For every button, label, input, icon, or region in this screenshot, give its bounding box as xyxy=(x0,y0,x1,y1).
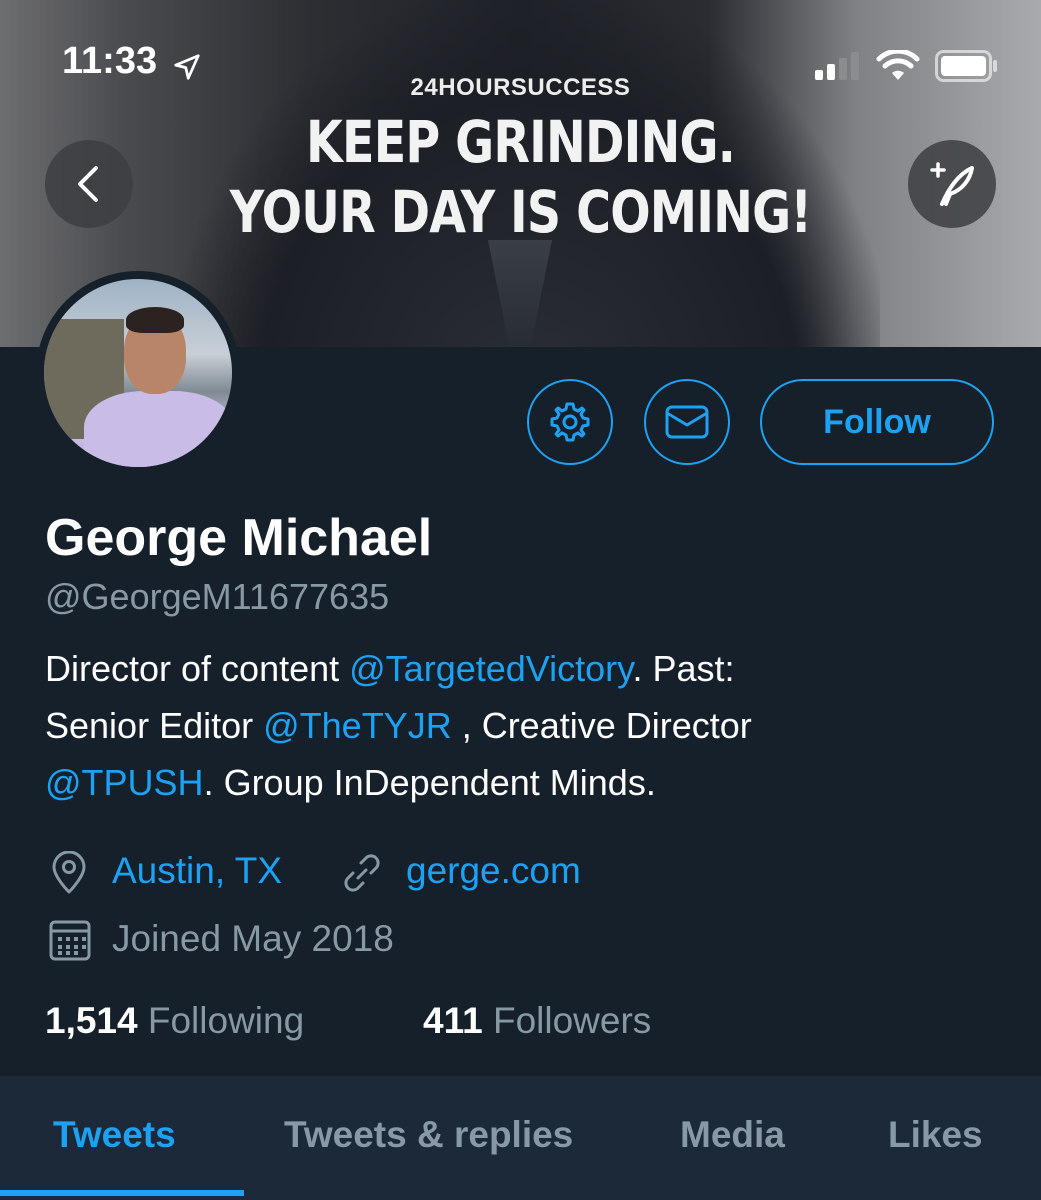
compose-tweet-icon xyxy=(930,162,974,206)
gear-icon xyxy=(550,402,590,442)
bio-mention-tpush[interactable]: @TPUSH xyxy=(45,762,204,803)
followers-count: 411 xyxy=(423,1000,483,1041)
bio-text: Director of content xyxy=(45,648,350,689)
following-count: 1,514 xyxy=(45,1000,138,1041)
back-button[interactable] xyxy=(45,140,133,228)
profile-name: George Michael xyxy=(45,509,433,567)
settings-button[interactable] xyxy=(527,379,613,465)
profile-bio: Director of content @TargetedVictory. Pa… xyxy=(45,640,1005,811)
bio-text: . Past: xyxy=(632,648,735,689)
profile-tabs: Tweets Tweets & replies Media Likes xyxy=(0,1076,1041,1200)
bio-text: . Group InDependent Minds. xyxy=(203,762,656,803)
calendar-icon xyxy=(49,920,91,961)
bio-text: Senior Editor xyxy=(45,705,264,746)
link-icon xyxy=(344,854,380,892)
envelope-icon xyxy=(665,405,709,439)
bio-text: , Creative Director xyxy=(451,705,752,746)
follow-button[interactable]: Follow xyxy=(760,379,994,465)
following-stat[interactable]: 1,514 Following xyxy=(45,1000,304,1042)
avatar[interactable] xyxy=(36,271,240,475)
profile-location: Austin, TX xyxy=(112,850,283,891)
active-tab-indicator xyxy=(0,1190,244,1196)
location-pin-icon xyxy=(52,851,86,894)
profile-joined-date: Joined May 2018 xyxy=(112,918,394,959)
wifi-icon xyxy=(876,50,920,80)
following-label: Following xyxy=(147,1000,305,1041)
tab-likes[interactable]: Likes xyxy=(888,1114,983,1156)
back-arrow-icon xyxy=(78,166,98,202)
bio-mention-targetedvictory[interactable]: @TargetedVictory xyxy=(349,648,632,689)
banner-headline-1: KEEP GRINDING. xyxy=(305,108,736,176)
bio-mention-thetyjr[interactable]: @TheTYJR xyxy=(263,705,452,746)
tab-media[interactable]: Media xyxy=(680,1114,785,1156)
tab-tweets[interactable]: Tweets xyxy=(53,1114,176,1156)
followers-stat[interactable]: 411 Followers xyxy=(423,1000,651,1042)
avatar-shirt-shape xyxy=(84,391,232,467)
location-arrow-icon xyxy=(174,54,200,80)
status-time: 11:33 xyxy=(62,40,158,82)
profile-handle: @GeorgeM11677635 xyxy=(45,576,390,617)
avatar-photo xyxy=(44,279,232,467)
profile-website-link[interactable]: gerge.com xyxy=(406,850,581,892)
tab-tweets-and-replies[interactable]: Tweets & replies xyxy=(284,1114,573,1156)
followers-label: Followers xyxy=(492,1000,652,1041)
avatar-hair-shape xyxy=(126,307,184,333)
message-button[interactable] xyxy=(644,379,730,465)
banner-headline-2: YOUR DAY IS COMING! xyxy=(229,178,812,246)
battery-icon xyxy=(935,50,997,82)
signal-icon xyxy=(815,52,859,80)
compose-tweet-button[interactable] xyxy=(908,140,996,228)
